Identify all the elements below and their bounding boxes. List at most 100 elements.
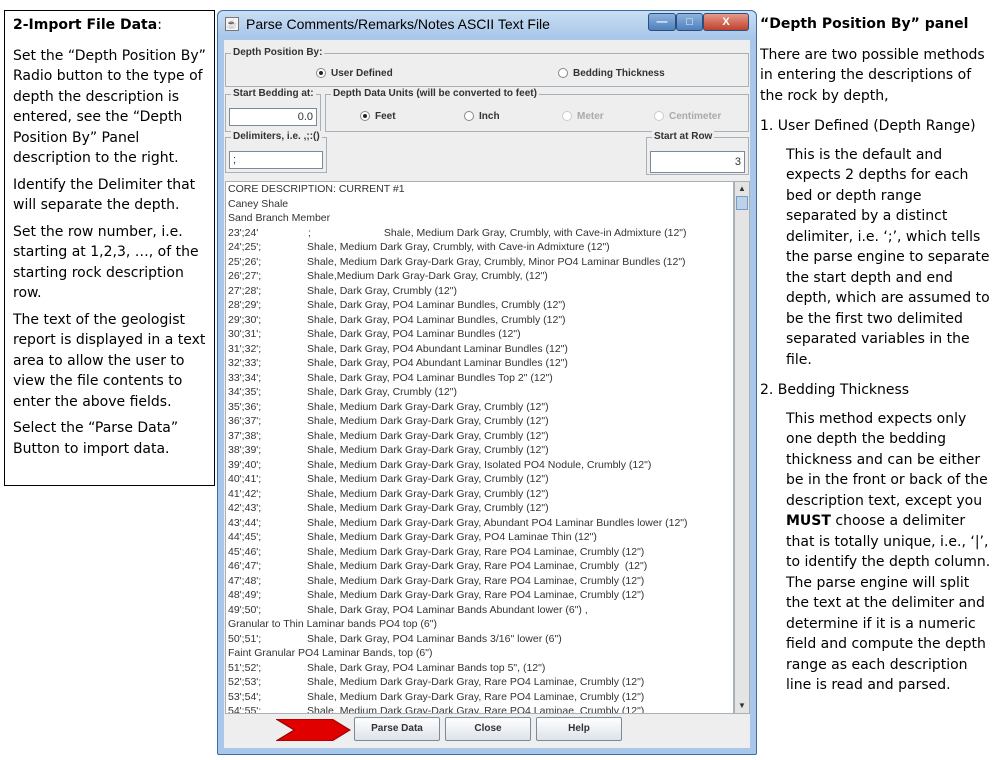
depth-units-legend: Depth Data Units (will be converted to f… [331,88,539,99]
text-line: 46';47'; Shale, Medium Dark Gray-Dark Gra… [228,560,647,575]
scroll-down-icon[interactable]: ▼ [735,699,749,713]
text-line: 45';46'; Shale, Medium Dark Gray-Dark Gra… [228,546,644,561]
depth-units-group: Depth Data Units (will be converted to f… [325,88,749,132]
text-line: 49';50'; Shale, Dark Gray, PO4 Laminar Ba… [228,603,588,619]
text-line: 39';40'; Shale, Medium Dark Gray-Dark Gra… [228,458,651,474]
method-2-heading: 2. Bedding Thickness [760,382,910,398]
line-depth: 35';36'; [228,400,262,413]
textarea-scrollbar[interactable]: ▲ ▼ [734,181,750,714]
line-depth: 23';24' [228,226,259,239]
text-line: 43';44'; Shale, Medium Dark Gray-Dark Gra… [228,517,688,532]
start-row-legend: Start at Row [652,131,715,142]
radio-selected-icon [316,68,326,78]
line-depth: 50';51'; [228,632,262,645]
line-description: Shale, Medium Dark Gray, Crumbly, with C… [307,241,610,253]
line-description: Shale, Medium Dark Gray-Dark Gray, Crumb… [307,502,549,514]
radio-disabled-icon [562,111,572,121]
radio-feet[interactable]: Feet [360,111,396,122]
text-line: 33';34'; Shale, Dark Gray, PO4 Laminar Bu… [228,371,553,387]
red-arrow-icon [276,719,351,741]
line-description: Shale, Medium Dark Gray-Dark Gray, Crumb… [307,400,549,413]
line-description: Shale, Medium Dark Gray-Dark Gray, Rare … [307,574,645,587]
line-description: Shale, Dark Gray, PO4 Laminar Bands top … [307,661,546,674]
text-line: 38';39'; Shale, Medium Dark Gray-Dark Gra… [228,444,549,459]
instruction-paragraph: The text of the geologist report is disp… [13,311,206,410]
radio-selected-icon [360,111,370,121]
line-depth: 48';49'; [228,589,262,601]
depth-position-legend: Depth Position By: [231,47,325,58]
text-line: 44';45'; Shale, Medium Dark Gray-Dark Gra… [228,531,597,546]
method-1-body: This is the default and expects 2 depths… [786,146,990,368]
line-depth: Sand Branch Member [228,212,331,224]
line-description: Shale, Medium Dark Gray-Dark Gray, Rare … [307,705,645,714]
line-description: ; Shale, Medium Dark Gray, Crumbly, with… [308,226,687,239]
delimiters-group: Delimiters, i.e. ,;:() ; [225,131,327,173]
text-line: 25';26'; Shale, Medium Dark Gray-Dark Gra… [228,256,686,271]
text-line: 29';30'; Shale, Dark Gray, PO4 Laminar Bu… [228,314,566,329]
line-description: Shale, Dark Gray, Crumbly (12") [307,284,457,297]
delimiters-legend: Delimiters, i.e. ,;:() [231,131,322,142]
delimiters-input[interactable]: ; [229,151,323,169]
radio-user-defined[interactable]: User Defined [316,68,393,79]
radio-disabled-icon [654,111,664,121]
instruction-paragraph: Set the “Depth Position By” Radio button… [13,47,206,167]
instruction-paragraph: Select the “Parse Data” Button to import… [13,420,179,457]
parse-data-button[interactable]: Parse Data [354,717,440,741]
line-depth: 49';50'; [228,603,262,616]
text-line: Sand Branch Member [228,212,330,227]
radio-bedding-thickness[interactable]: Bedding Thickness [558,68,665,79]
window-content: Depth Position By: User Defined Bedding … [224,40,750,748]
line-description: Shale, Dark Gray, PO4 Laminar Bundles (1… [307,328,521,340]
text-line: 26';27'; Shale,Medium Dark Gray-Dark Gray… [228,270,548,285]
line-depth: Faint Granular PO4 Laminar Bands, top (6… [228,647,433,659]
line-depth: 26';27'; [228,270,262,282]
line-description: Shale, Medium Dark Gray-Dark Gray, Rare … [307,589,645,601]
parse-text-window: ☕ Parse Comments/Remarks/Notes ASCII Tex… [217,10,757,755]
text-line: 32';33'; Shale, Dark Gray, PO4 Abundant L… [228,357,568,372]
text-line: 51';52'; Shale, Dark Gray, PO4 Laminar Ba… [228,662,545,677]
close-button[interactable]: Close [445,717,531,741]
close-window-button[interactable]: X [703,13,749,31]
text-line: Caney Shale [228,198,288,213]
scroll-up-icon[interactable]: ▲ [735,182,749,196]
text-line: 27';28'; Shale, Dark Gray, Crumbly (12") [228,285,457,300]
text-line: 40';41'; Shale, Medium Dark Gray-Dark Gra… [228,473,549,488]
scroll-thumb[interactable] [736,196,748,210]
title-bar[interactable]: ☕ Parse Comments/Remarks/Notes ASCII Tex… [218,11,756,37]
maximize-button[interactable]: □ [676,13,703,31]
line-description: Shale, Medium Dark Gray-Dark Gray, Crumb… [307,444,549,456]
java-app-icon: ☕ [225,17,239,31]
start-bedding-input[interactable]: 0.0 [229,108,317,126]
radio-unselected-icon [464,111,474,121]
line-description: Shale, Dark Gray, Crumbly (12") [307,386,457,398]
method-1-heading: 1. User Defined (Depth Range) [760,118,976,134]
start-row-input[interactable]: 3 [650,151,745,173]
minimize-button[interactable]: — [648,13,676,31]
line-depth: 32';33'; [228,357,262,369]
text-line: 28';29'; Shale, Dark Gray, PO4 Laminar Bu… [228,299,566,314]
line-description: Shale, Dark Gray, PO4 Abundant Laminar B… [307,357,568,369]
file-contents-textarea[interactable]: CORE DESCRIPTION: CURRENT #1 Caney Shale S… [225,181,734,714]
text-line: 52';53'; Shale, Medium Dark Gray-Dark Gra… [228,676,644,691]
radio-meter: Meter [562,111,604,122]
line-depth: 52';53'; [228,676,262,688]
line-depth: 53';54'; [228,690,262,703]
start-bedding-legend: Start Bedding at: [231,88,316,99]
line-depth: 28';29'; [228,299,262,311]
line-description: Shale, Medium Dark Gray-Dark Gray, Rare … [307,545,645,558]
line-description: Shale, Dark Gray, PO4 Laminar Bands 3/16… [307,632,562,645]
line-depth: 31';32'; [228,342,262,355]
line-description: Shale, Dark Gray, PO4 Laminar Bands Abun… [307,603,588,616]
radio-inch[interactable]: Inch [464,111,500,122]
text-line: 30';31'; Shale, Dark Gray, PO4 Laminar Bu… [228,328,521,343]
help-button[interactable]: Help [536,717,622,741]
line-depth: 39';40'; [228,458,262,471]
text-line: 24';25'; Shale, Medium Dark Gray, Crumbly… [228,241,610,256]
start-row-group: Start at Row 3 [646,131,749,175]
text-line: 34';35'; Shale, Dark Gray, Crumbly (12") [228,386,457,401]
line-depth: 47';48'; [228,574,262,587]
line-description: Shale,Medium Dark Gray-Dark Gray, Crumbl… [307,270,548,282]
text-line: Granular to Thin Laminar bands PO4 top (… [228,618,437,633]
line-depth: 33';34'; [228,371,262,384]
window-title: Parse Comments/Remarks/Notes ASCII Text … [246,16,550,32]
